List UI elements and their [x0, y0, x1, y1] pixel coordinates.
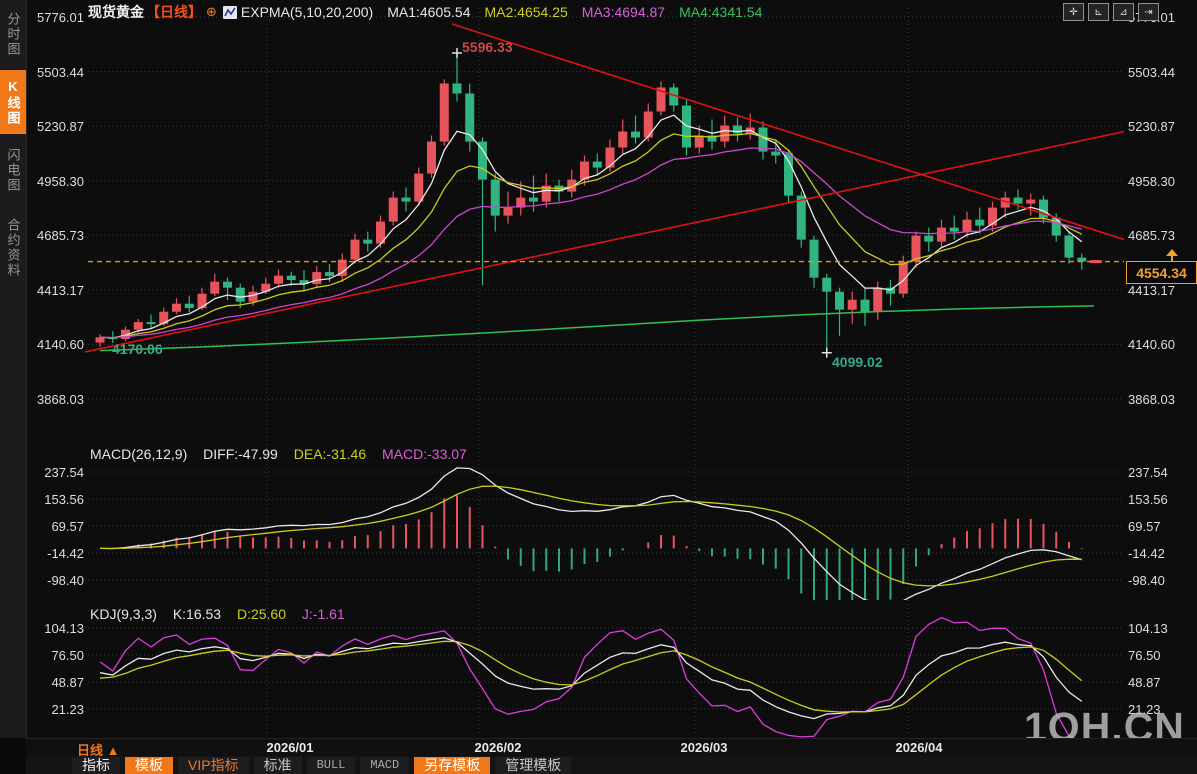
sidebar-tab-time-chart[interactable]: 分时图 — [0, 4, 26, 64]
toolbar-vip-indicators-button[interactable]: VIP指标 — [178, 756, 249, 774]
macd-axis-label: -98.40 — [47, 573, 84, 588]
toolbar-standard-button[interactable]: 标准 — [253, 756, 302, 774]
main-axis-label: 4140.60 — [1128, 337, 1175, 352]
chart-canvas[interactable] — [0, 0, 1197, 774]
main-axis-label: 4685.73 — [1128, 228, 1175, 243]
kdj-k-value: K:16.53 — [172, 606, 222, 622]
toolbar-indicators-button[interactable]: 指标 — [72, 756, 120, 774]
ma1-value: MA1:4605.54 — [387, 4, 471, 20]
main-axis-label: 3868.03 — [1128, 392, 1175, 407]
low-price-annotation: 4099.02 — [832, 354, 883, 370]
main-axis-label: 4958.30 — [37, 174, 84, 189]
main-axis-label: 5230.87 — [37, 119, 84, 134]
symbol-name: 现货黄金 — [88, 4, 144, 20]
price-marker-arrow-icon — [1166, 249, 1178, 256]
app-window: 5776.01 5503.44 5230.87 4958.30 4685.73 … — [0, 0, 1197, 774]
bottom-left-corner — [0, 738, 26, 774]
chart-header: 现货黄金 【日线】 ⊕ EXPMA(5,10,20,200) MA1:4605.… — [88, 3, 762, 21]
left-low-price-annotation: 4170.06 — [112, 341, 163, 357]
kdj-d-value: D:25.60 — [236, 606, 287, 622]
period-tag: 【日线】 — [146, 4, 202, 20]
circle-plus-icon[interactable]: ⊕ — [206, 4, 217, 20]
main-axis-label: 5230.87 — [1128, 119, 1175, 134]
kdj-axis-label: 48.87 — [51, 675, 84, 690]
xaxis-month-label: 2026/01 — [266, 740, 314, 755]
toolbar-save-template-button[interactable]: 另存模板 — [414, 756, 491, 774]
sidebar: 分时图 K线图 闪电图 合约资料 — [0, 0, 27, 738]
sidebar-tab-contract-info[interactable]: 合约资料 — [0, 208, 26, 288]
toolbar-bull-button[interactable]: BULL — [306, 756, 356, 774]
xaxis-month-label: 2026/02 — [474, 740, 522, 755]
macd-params: MACD(26,12,9) — [90, 446, 188, 462]
kdj-axis-label: 21.23 — [51, 702, 84, 717]
macd-axis-label: -14.42 — [47, 546, 84, 561]
macd-axis-label: 237.54 — [1128, 465, 1168, 480]
macd-axis-label: -14.42 — [1128, 546, 1165, 561]
ma3-value: MA3:4694.87 — [581, 4, 666, 20]
sidebar-tab-lightning-chart[interactable]: 闪电图 — [0, 140, 26, 200]
collapse-panel-icon[interactable]: ⇥ — [1138, 3, 1159, 21]
main-axis-label: 5503.44 — [37, 65, 84, 80]
main-axis-label: 3868.03 — [37, 392, 84, 407]
kdj-axis-label: 76.50 — [51, 648, 84, 663]
toolbar-manage-template-button[interactable]: 管理模板 — [495, 756, 572, 774]
main-axis-label: 4140.60 — [37, 337, 84, 352]
macd-axis-label: -98.40 — [1128, 573, 1165, 588]
main-axis-label: 4413.17 — [1128, 283, 1175, 298]
macd-axis-label: 237.54 — [44, 465, 84, 480]
ma2-value: MA2:4654.25 — [484, 4, 568, 20]
main-axis-label: 4685.73 — [37, 228, 84, 243]
toolbar-templates-button[interactable]: 模板 — [125, 756, 173, 774]
chart-toolbar-icons: ✛ ⊾ ⊿ ⇥ — [1063, 3, 1159, 21]
macd-axis-label: 69.57 — [1128, 519, 1161, 534]
kdj-axis-label: 104.13 — [44, 621, 84, 636]
toolbar-macd-button[interactable]: MACD — [360, 756, 410, 774]
bottom-toolbar: 指标 模板 VIP指标 标准 BULL MACD 另存模板 管理模板 — [0, 756, 1197, 774]
high-price-annotation: 5596.33 — [462, 39, 513, 55]
main-axis-label: 4413.17 — [37, 283, 84, 298]
macd-macd-value: MACD:-33.07 — [382, 446, 467, 462]
macd-diff-value: DIFF:-47.99 — [203, 446, 278, 462]
xaxis-month-label: 2026/03 — [680, 740, 728, 755]
macd-dea-value: DEA:-31.46 — [293, 446, 367, 462]
main-axis-label: 5776.01 — [37, 10, 84, 25]
axis-zoom-out-icon[interactable]: ⊿ — [1113, 3, 1134, 21]
ma4-value: MA4:4341.54 — [679, 4, 763, 20]
sidebar-tab-kline-chart[interactable]: K线图 — [0, 70, 26, 134]
kdj-header: KDJ(9,3,3) K:16.53 D:25.60 J:-1.61 — [90, 606, 357, 622]
main-axis-label: 5503.44 — [1128, 65, 1175, 80]
kdj-axis-label: 76.50 — [1128, 648, 1161, 663]
macd-axis-label: 69.57 — [51, 519, 84, 534]
kdj-axis-label: 48.87 — [1128, 675, 1161, 690]
indicator-name: EXPMA(5,10,20,200) — [240, 4, 374, 20]
xaxis-month-label: 2026/04 — [895, 740, 943, 755]
crosshair-icon[interactable]: ✛ — [1063, 3, 1084, 21]
macd-axis-label: 153.56 — [1128, 492, 1168, 507]
last-price-badge: 4554.34 — [1126, 261, 1197, 284]
macd-header: MACD(26,12,9) DIFF:-47.99 DEA:-31.46 MAC… — [90, 446, 479, 462]
axis-zoom-in-icon[interactable]: ⊾ — [1088, 3, 1109, 21]
kdj-params: KDJ(9,3,3) — [90, 606, 157, 622]
kdj-axis-label: 104.13 — [1128, 621, 1168, 636]
macd-axis-label: 153.56 — [44, 492, 84, 507]
kdj-j-value: J:-1.61 — [301, 606, 345, 622]
main-axis-label: 4958.30 — [1128, 174, 1175, 189]
kline-chart-icon[interactable] — [222, 5, 237, 19]
